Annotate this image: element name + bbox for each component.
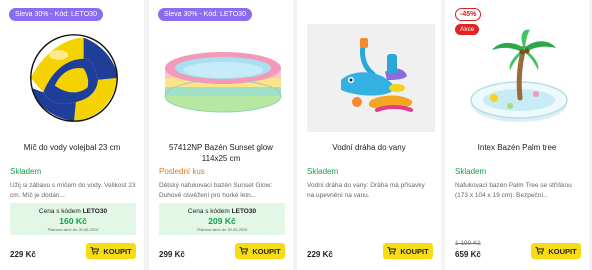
promo-code: LETO30 [82,208,108,215]
product-title[interactable]: Intex Bazén Palm tree [445,142,589,153]
stock-status: Skladem [455,167,487,176]
shopping-cart-icon [239,247,249,255]
palm-pool-image [470,29,568,122]
shopping-cart-icon [387,247,397,255]
buy-button[interactable]: KOUPIT [86,243,136,259]
buy-button[interactable]: KOUPIT [531,243,581,259]
product-description: Užij si zábavu s míčem do vody. Velikost… [10,182,136,199]
product-image[interactable] [159,24,287,132]
product-description: Vodní dráha do vany: Dráha má přísavky n… [307,182,425,199]
water-track-image [341,38,413,112]
original-price: 1 199 Kč [455,240,481,247]
discount-code-badge: Sleva 30% - Kód: LETO30 [158,8,252,21]
product-title[interactable]: 57412NP Bazén Sunset glow 114x25 cm [149,142,293,164]
buy-button[interactable]: KOUPIT [235,243,285,259]
product-price: 299 Kč [159,250,185,259]
product-price: 229 Kč [10,250,36,259]
product-price: 229 Kč [307,250,333,259]
discount-percent-badge: -45% [455,8,482,21]
buy-button-label: KOUPIT [103,246,132,256]
promo-price: 160 Kč [59,216,87,226]
product-card[interactable]: -45% Akce Intex Bazén Palm tree Skladem … [445,0,589,270]
shopping-cart-icon [535,247,545,255]
discount-code-badge: Sleva 30% - Kód: LETO30 [9,8,103,21]
promo-code: LETO30 [231,208,257,215]
product-price: 659 Kč [455,250,481,259]
buy-button-label: KOUPIT [252,246,281,256]
promo-validity: Platnost akce do 30.06.2026 [196,227,248,232]
product-card[interactable]: Sleva 30% - Kód: LETO30 57412NP Bazén Su… [149,0,293,270]
product-card[interactable]: Vodní dráha do vany Skladem Vodní dráha … [297,0,441,270]
shopping-cart-icon [90,247,100,255]
product-image[interactable] [455,24,583,132]
stock-status: Skladem [10,167,42,176]
product-title[interactable]: Vodní dráha do vany [297,142,441,153]
promo-price: 209 Kč [208,216,236,226]
promo-validity: Platnost akce do 30.06.2026 [47,227,99,232]
product-title[interactable]: Míč do vody volejbal 23 cm [0,142,144,153]
pool-image [164,52,282,113]
promo-label: Cena s kódem [187,208,230,215]
product-image[interactable] [10,24,138,132]
product-description: Nafukovací bazén Palm Tree se stříškou (… [455,182,572,199]
promo-label: Cena s kódem [38,208,81,215]
promo-price-box: Cena s kódem LETO30 209 Kč Platnost akce… [159,203,285,235]
buy-button-label: KOUPIT [400,246,429,256]
product-image[interactable] [307,24,435,132]
promo-price-box: Cena s kódem LETO30 160 Kč Platnost akce… [10,203,136,235]
product-description: Dětský nafukovací bazén Sunset Glow: Duh… [159,182,273,199]
stock-status: Skladem [307,167,339,176]
buy-button-label: KOUPIT [548,246,577,256]
stock-status: Poslední kus [159,167,205,176]
volleyball-image [30,34,118,122]
product-card[interactable]: Sleva 30% - Kód: LETO30 Míč do vody vole… [0,0,144,270]
buy-button[interactable]: KOUPIT [383,243,433,259]
